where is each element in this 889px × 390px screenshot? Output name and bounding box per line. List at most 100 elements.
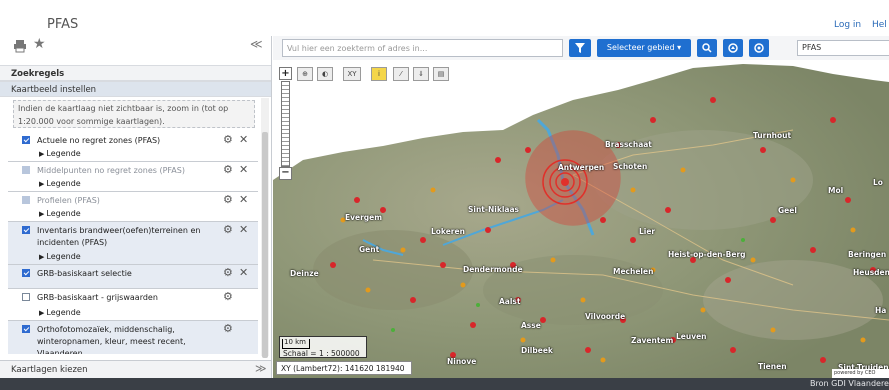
star-icon[interactable]: ★ (33, 37, 46, 51)
source-text: Bron GDI Vlaanderen (810, 379, 889, 388)
select-area-button[interactable]: Selecteer gebied ▾ (597, 39, 691, 57)
layer-checkbox[interactable] (22, 196, 30, 204)
gear-icon[interactable]: ⚙ (223, 267, 233, 278)
filter-button[interactable] (569, 39, 591, 57)
legend-label: Legende (46, 308, 81, 317)
zoom-slider[interactable] (281, 81, 290, 167)
gear-icon[interactable]: ⚙ (223, 134, 233, 145)
kaartlagen-section[interactable]: Kaartlagen kiezen ≫ (0, 360, 271, 378)
scrollbar-thumb[interactable] (262, 132, 268, 358)
layer-checkbox[interactable] (22, 136, 30, 144)
close-icon[interactable]: ✕ (239, 224, 248, 235)
help-link[interactable]: Hel (872, 20, 887, 30)
gear-icon[interactable]: ⚙ (223, 194, 233, 205)
gear-icon[interactable]: ⚙ (223, 164, 233, 175)
layer-checkbox[interactable] (22, 325, 30, 333)
gear-icon[interactable]: ⚙ (223, 224, 233, 235)
layer-item[interactable]: Actuele no regret zones (PFAS) ⚙ ✕ ▶ Legende (8, 132, 258, 162)
legend-toggle[interactable]: ▶ Legende (39, 308, 81, 317)
close-icon[interactable]: ✕ (239, 194, 248, 205)
select-area-label: Selecteer gebied (606, 43, 675, 52)
target-search-button[interactable] (749, 39, 769, 57)
xy-label: XY (347, 70, 357, 78)
layer-select[interactable]: PFAS (797, 40, 889, 56)
close-icon[interactable]: ✕ (239, 164, 248, 175)
layer-title: GRB-basiskaart selectie (37, 269, 132, 278)
place-label: Vilvoorde (585, 312, 626, 321)
place-label: Dendermonde (463, 265, 523, 274)
layer-item[interactable]: GRB-basiskaart - grijswaarden ⚙ ▶ Legende (8, 289, 258, 321)
legend-label: Legende (46, 209, 81, 218)
layer-item[interactable]: Middelpunten no regret zones (PFAS) ⚙ ✕ ▶ Le… (8, 162, 258, 192)
scale-km: 10 km (284, 338, 307, 346)
kaartbeeld-section[interactable]: Kaartbeeld instellen (0, 81, 271, 97)
layer-checkbox[interactable] (22, 166, 30, 174)
globe-icon[interactable]: ◐ (317, 67, 333, 81)
login-link[interactable]: Log in (834, 20, 861, 30)
coordinate-readout: XY (Lambert72): 141620 181940 (276, 361, 412, 375)
place-label: Gent (359, 245, 380, 254)
layer-title: Orthofotomozaïek, middenschalig, wintero… (37, 325, 186, 354)
search-bar: Selecteer gebied ▾ PFAS (273, 36, 889, 60)
zoom-in-button[interactable]: + (279, 67, 292, 80)
zoom-out-button[interactable]: − (279, 167, 292, 180)
layer-title: Inventaris brandweer(oefen)terreinen en … (37, 226, 201, 247)
legend-label: Legende (46, 252, 81, 261)
export-icon[interactable]: ▤ (433, 67, 449, 81)
layer-checkbox[interactable] (22, 226, 30, 234)
legend-toggle[interactable]: ▶ Legende (39, 179, 81, 188)
layer-item[interactable]: GRB-basiskaart selectie ⚙ ✕ (8, 265, 258, 289)
caret-right-icon: ▶ (39, 150, 45, 158)
place-label: Schoten (613, 162, 648, 171)
place-label: Brasschaat (605, 140, 652, 149)
close-icon[interactable]: ✕ (239, 134, 248, 145)
caret-right-icon: ▶ (39, 253, 45, 261)
caret-right-icon: ▶ (39, 210, 45, 218)
target-icon (754, 43, 764, 53)
zoom-search-button[interactable] (697, 39, 717, 57)
place-label: Heusden (853, 268, 889, 277)
legend-toggle[interactable]: ▶ Legende (39, 252, 81, 261)
chevron-down-icon: ▾ (677, 43, 682, 52)
place-label: Deinze (290, 269, 319, 278)
place-label: Ha (875, 306, 887, 315)
place-label: Dilbeek (521, 346, 553, 355)
gear-icon[interactable]: ⚙ (223, 291, 233, 302)
zoom-hint: Indien de kaartlaag niet zichtbaar is, z… (13, 100, 255, 128)
layer-title: Actuele no regret zones (PFAS) (37, 136, 161, 145)
powered-by: powered by CEO (832, 369, 889, 378)
zoekregels-section[interactable]: Zoekregels (0, 65, 271, 81)
place-label: Asse (521, 321, 541, 330)
close-icon[interactable]: ✕ (239, 267, 248, 278)
layer-item[interactable]: Profielen (PFAS) ⚙ ✕ ▶ Legende (8, 192, 258, 222)
zoom-box-icon[interactable]: ⊕ (297, 67, 313, 81)
expand-icon[interactable]: ≫ (255, 362, 267, 375)
place-label: Turnhout (753, 131, 792, 140)
legend-toggle[interactable]: ▶ Legende (39, 149, 81, 158)
layer-item[interactable]: Orthofotomozaïek, middenschalig, wintero… (8, 321, 258, 354)
place-label: Ninove (447, 357, 477, 366)
place-label: Tienen (758, 362, 787, 371)
filter-icon (575, 43, 585, 53)
left-panel: ★ ≪ Zoekregels Kaartbeeld instellen Indi… (0, 36, 272, 378)
layer-item[interactable]: Inventaris brandweer(oefen)terreinen en … (8, 222, 258, 265)
collapse-panel-icon[interactable]: ≪ (250, 37, 263, 51)
search-input[interactable] (282, 39, 563, 57)
layer-checkbox[interactable] (22, 293, 30, 301)
measure-icon[interactable]: ⁄ (393, 67, 409, 81)
info-icon[interactable]: i (371, 67, 387, 81)
legend-toggle[interactable]: ▶ Legende (39, 209, 81, 218)
map-view[interactable]: + − ⊕ ◐ XY i ⁄ ⇓ ▤ Brasschaat Antwerpen Sc… (273, 60, 889, 378)
print-icon[interactable] (13, 39, 27, 53)
place-label: Evergem (345, 213, 383, 222)
place-label: Sint-Niklaas (468, 205, 520, 214)
gear-icon[interactable]: ⚙ (223, 323, 233, 334)
layer-list: Actuele no regret zones (PFAS) ⚙ ✕ ▶ Legende… (8, 132, 258, 354)
place-label: Heist-op-den-Berg (668, 250, 746, 259)
home-search-button[interactable] (723, 39, 743, 57)
caret-right-icon: ▶ (39, 309, 45, 317)
xy-tool[interactable]: XY (343, 67, 361, 81)
pin-icon[interactable]: ⇓ (413, 67, 429, 81)
layer-checkbox[interactable] (22, 269, 30, 277)
place-label: Geel (778, 206, 797, 215)
